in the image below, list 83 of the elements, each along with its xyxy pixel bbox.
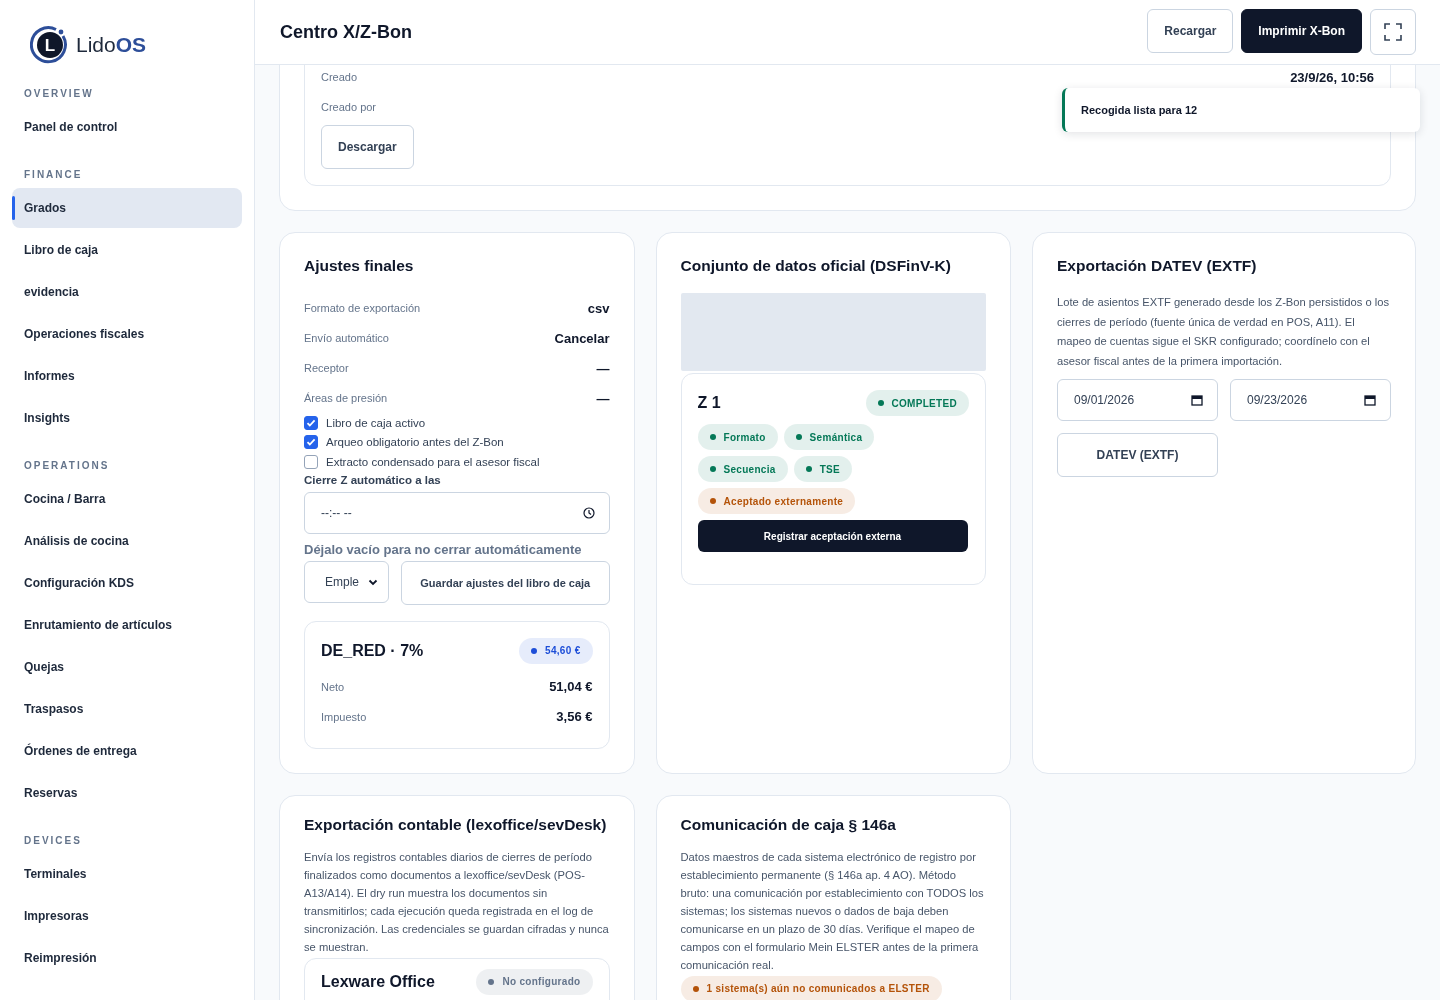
status-badge: Aceptado externamente	[697, 488, 856, 514]
field-label: Cierre Z automático a las	[304, 473, 442, 486]
section-label: OVERVIEW	[23, 88, 95, 99]
calendar-icon[interactable]	[1364, 394, 1376, 406]
checkbox[interactable]	[304, 454, 318, 469]
z-title: Z 1	[697, 394, 721, 412]
field-label: Neto	[321, 680, 345, 693]
status-badge: Secuencia	[697, 456, 788, 482]
field-value: csv	[587, 300, 610, 316]
description: Lote de asientos EXTF generado desde los Z-Bon persistidos o los cierres de período (fuente única de verdad en POS, A11). El mapeo de cuentas sigue el SKR configurado; coordínelo con el asesor fiscal antes de la primera importación.	[1057, 295, 1391, 369]
status-badge: COMPLETED	[865, 390, 969, 416]
status-badge: 1 sistema(s) aún no comunicados a ELSTER	[680, 975, 942, 1000]
section-label: FINANCE	[23, 169, 84, 180]
sidebar-item[interactable]: Reservas	[12, 773, 242, 813]
toast: Recogida lista para 12	[1062, 88, 1420, 132]
card-title: Ajustes finales	[304, 257, 415, 275]
sidebar-item[interactable]: Operaciones fiscales	[12, 314, 242, 354]
card-title: Exportación contable (lexoffice/sevDesk)	[304, 815, 608, 834]
fullscreen-button[interactable]	[1370, 9, 1416, 55]
field-value: 51,04 €	[549, 679, 593, 694]
tax-title: DE_RED · 7%	[321, 641, 424, 660]
card-title: Comunicación de caja § 146a	[680, 815, 897, 834]
checkbox[interactable]	[304, 415, 318, 430]
field-label: Envío automático	[304, 332, 389, 344]
field-label: Receptor	[304, 362, 349, 374]
sidebar-item[interactable]: Libro de caja	[12, 230, 242, 270]
description: Datos maestros de cada sistema electrónico de registro por establecimiento permanente (§ 146a ap. 4 AO). Método bruto: una comunicación por establecimiento con TODOS los sistemas; los sistemas nuevos o dados de baja deben comunicarse en un plazo de 30 días. Verifique el mapeo de campos con el formulario Mein ELSTER antes de la primera comunicación real.	[680, 849, 985, 973]
page-title: Centro X/Z-Bon	[280, 21, 412, 43]
status-badge: No configurado	[476, 968, 593, 995]
sidebar-item[interactable]: Insights	[12, 398, 242, 438]
clock-icon	[582, 506, 595, 519]
field-value: —	[596, 360, 610, 376]
description: Envía los registros contables diarios de cierres de período finalizados como documentos a lexoffice/sevDesk (POS-A13/A14). El dry run muestra los documentos sin transmitirlos; cada ejecución queda registrada en el log de sincronización. Las credenciales se guardan cifradas y nunca se muestran.	[304, 849, 610, 955]
checkbox-label: Arqueo obligatorio antes del Z-Bon	[326, 436, 504, 449]
sidebar-item[interactable]: Quejas	[12, 647, 242, 687]
date-field[interactable]: 09/01/2026	[1057, 379, 1218, 421]
field-value: Cancelar	[554, 330, 610, 346]
sidebar-item[interactable]: Reimpresión	[12, 938, 242, 978]
checkbox-label: Libro de caja activo	[326, 416, 426, 429]
print-button[interactable]: Imprimir X-Bon	[1241, 9, 1362, 53]
checkbox-label: Extracto condensado para el asesor fiscal	[326, 455, 540, 468]
download-button[interactable]: Descargar	[321, 125, 414, 169]
card-title: Conjunto de datos oficial (DSFinV-K)	[680, 257, 952, 275]
field-label: Creado por	[321, 101, 377, 113]
sidebar-item[interactable]: Traspasos	[12, 689, 242, 729]
logo-text: LidoOS	[76, 33, 147, 57]
reload-button[interactable]: Recargar	[1147, 9, 1234, 53]
sidebar-item[interactable]: Grados	[12, 188, 242, 228]
fullscreen-icon	[1384, 23, 1402, 41]
sidebar-item[interactable]: evidencia	[12, 272, 242, 312]
status-badge: 54,60 €	[519, 637, 593, 664]
field-value: 3,56 €	[556, 709, 593, 724]
field-value: 23/9/26, 10:56	[1290, 69, 1374, 85]
status-badge: TSE	[793, 456, 853, 482]
sidebar-item[interactable]: Cocina / Barra	[12, 479, 242, 519]
card-title: Exportación DATEV (EXTF)	[1057, 257, 1258, 275]
sidebar-item[interactable]: Enrutamiento de artículos	[12, 605, 242, 645]
status-badge: Formato	[697, 424, 778, 450]
export-button[interactable]: DATEV (EXTF)	[1057, 433, 1218, 477]
checkbox[interactable]	[304, 435, 318, 450]
field-label: Formato de exportación	[304, 302, 421, 314]
section-label: OPERATIONS	[23, 460, 111, 471]
sidebar-item[interactable]: Terminales	[12, 854, 242, 894]
hint-text: Déjalo vacío para no cerrar automáticamente	[304, 541, 583, 557]
save-button[interactable]: Guardar ajustes del libro de caja	[401, 560, 610, 605]
sidebar-item[interactable]: Panel de control	[12, 107, 242, 147]
calendar-icon[interactable]	[1191, 394, 1203, 406]
select-field[interactable]: Emple	[304, 560, 389, 603]
section-label: DEVICES	[23, 835, 83, 846]
sidebar-item[interactable]: Configuración KDS	[12, 563, 242, 603]
date-field[interactable]: 09/23/2026	[1230, 379, 1391, 421]
sidebar-item[interactable]: Impresoras	[12, 896, 242, 936]
field-value: —	[596, 390, 610, 406]
field-label: Creado	[321, 71, 358, 83]
field-label: Áreas de presión	[304, 392, 388, 404]
time-field[interactable]: --:-- --	[304, 491, 610, 534]
provider-title: Lexware Office	[321, 972, 435, 991]
field-label: Impuesto	[321, 710, 367, 723]
sidebar-item[interactable]: Análisis de cocina	[12, 521, 242, 561]
register-button[interactable]: Registrar aceptación externa	[697, 520, 968, 552]
sidebar-item[interactable]: Informes	[12, 356, 242, 396]
status-badge: Semántica	[783, 424, 875, 450]
sidebar-item[interactable]: Órdenes de entrega	[12, 731, 242, 771]
